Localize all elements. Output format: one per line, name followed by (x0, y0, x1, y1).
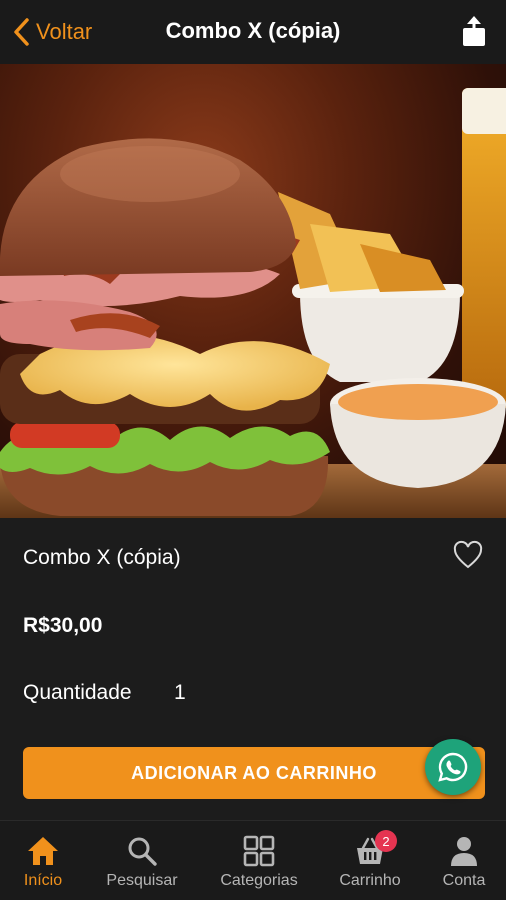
nav-label-pesquisar: Pesquisar (106, 872, 178, 889)
nav-label-inicio: Início (23, 872, 63, 889)
product-detail-screen: Voltar Combo X (cópia) Combo X (cópia) R… (0, 0, 506, 900)
top-bar: Voltar Combo X (cópia) (0, 0, 506, 64)
nav-item-carrinho[interactable]: 2 Carrinho (330, 821, 410, 900)
nav-label-carrinho: Carrinho (339, 872, 401, 889)
nav-item-conta[interactable]: Conta (432, 821, 496, 900)
quantity-label: Quantidade (23, 681, 132, 704)
cart-count-badge: 2 (375, 830, 397, 852)
nav-label-categorias: Categorias (220, 872, 298, 889)
back-button[interactable]: Voltar (12, 14, 92, 50)
nav-label-conta: Conta (442, 872, 486, 889)
favorite-button[interactable] (452, 540, 484, 572)
chevron-left-icon (14, 18, 29, 46)
product-price: R$30,00 (23, 614, 103, 637)
whatsapp-icon (438, 752, 468, 782)
bottom-navigation: Início Pesquisar Categorias 2 Carrinho C… (0, 820, 506, 900)
grid-icon (242, 834, 276, 868)
add-to-cart-button[interactable]: ADICIONAR AO CARRINHO (23, 747, 485, 799)
share-icon (463, 16, 485, 46)
back-label: Voltar (36, 19, 93, 44)
whatsapp-button[interactable] (425, 739, 481, 795)
basket-icon: 2 (353, 830, 397, 868)
nav-item-inicio[interactable]: Início (12, 821, 74, 900)
nav-item-pesquisar[interactable]: Pesquisar (96, 821, 188, 900)
heart-icon (453, 540, 483, 569)
nav-item-categorias[interactable]: Categorias (210, 821, 308, 900)
quantity-value[interactable]: 1 (174, 681, 186, 705)
user-icon (447, 834, 481, 868)
search-icon (125, 834, 159, 868)
add-to-cart-label: ADICIONAR AO CARRINHO (131, 762, 377, 783)
product-image (0, 64, 506, 518)
share-button[interactable] (460, 16, 488, 48)
burger-combo-illustration (0, 88, 506, 518)
product-name: Combo X (cópia) (23, 546, 181, 569)
home-icon (26, 834, 60, 868)
